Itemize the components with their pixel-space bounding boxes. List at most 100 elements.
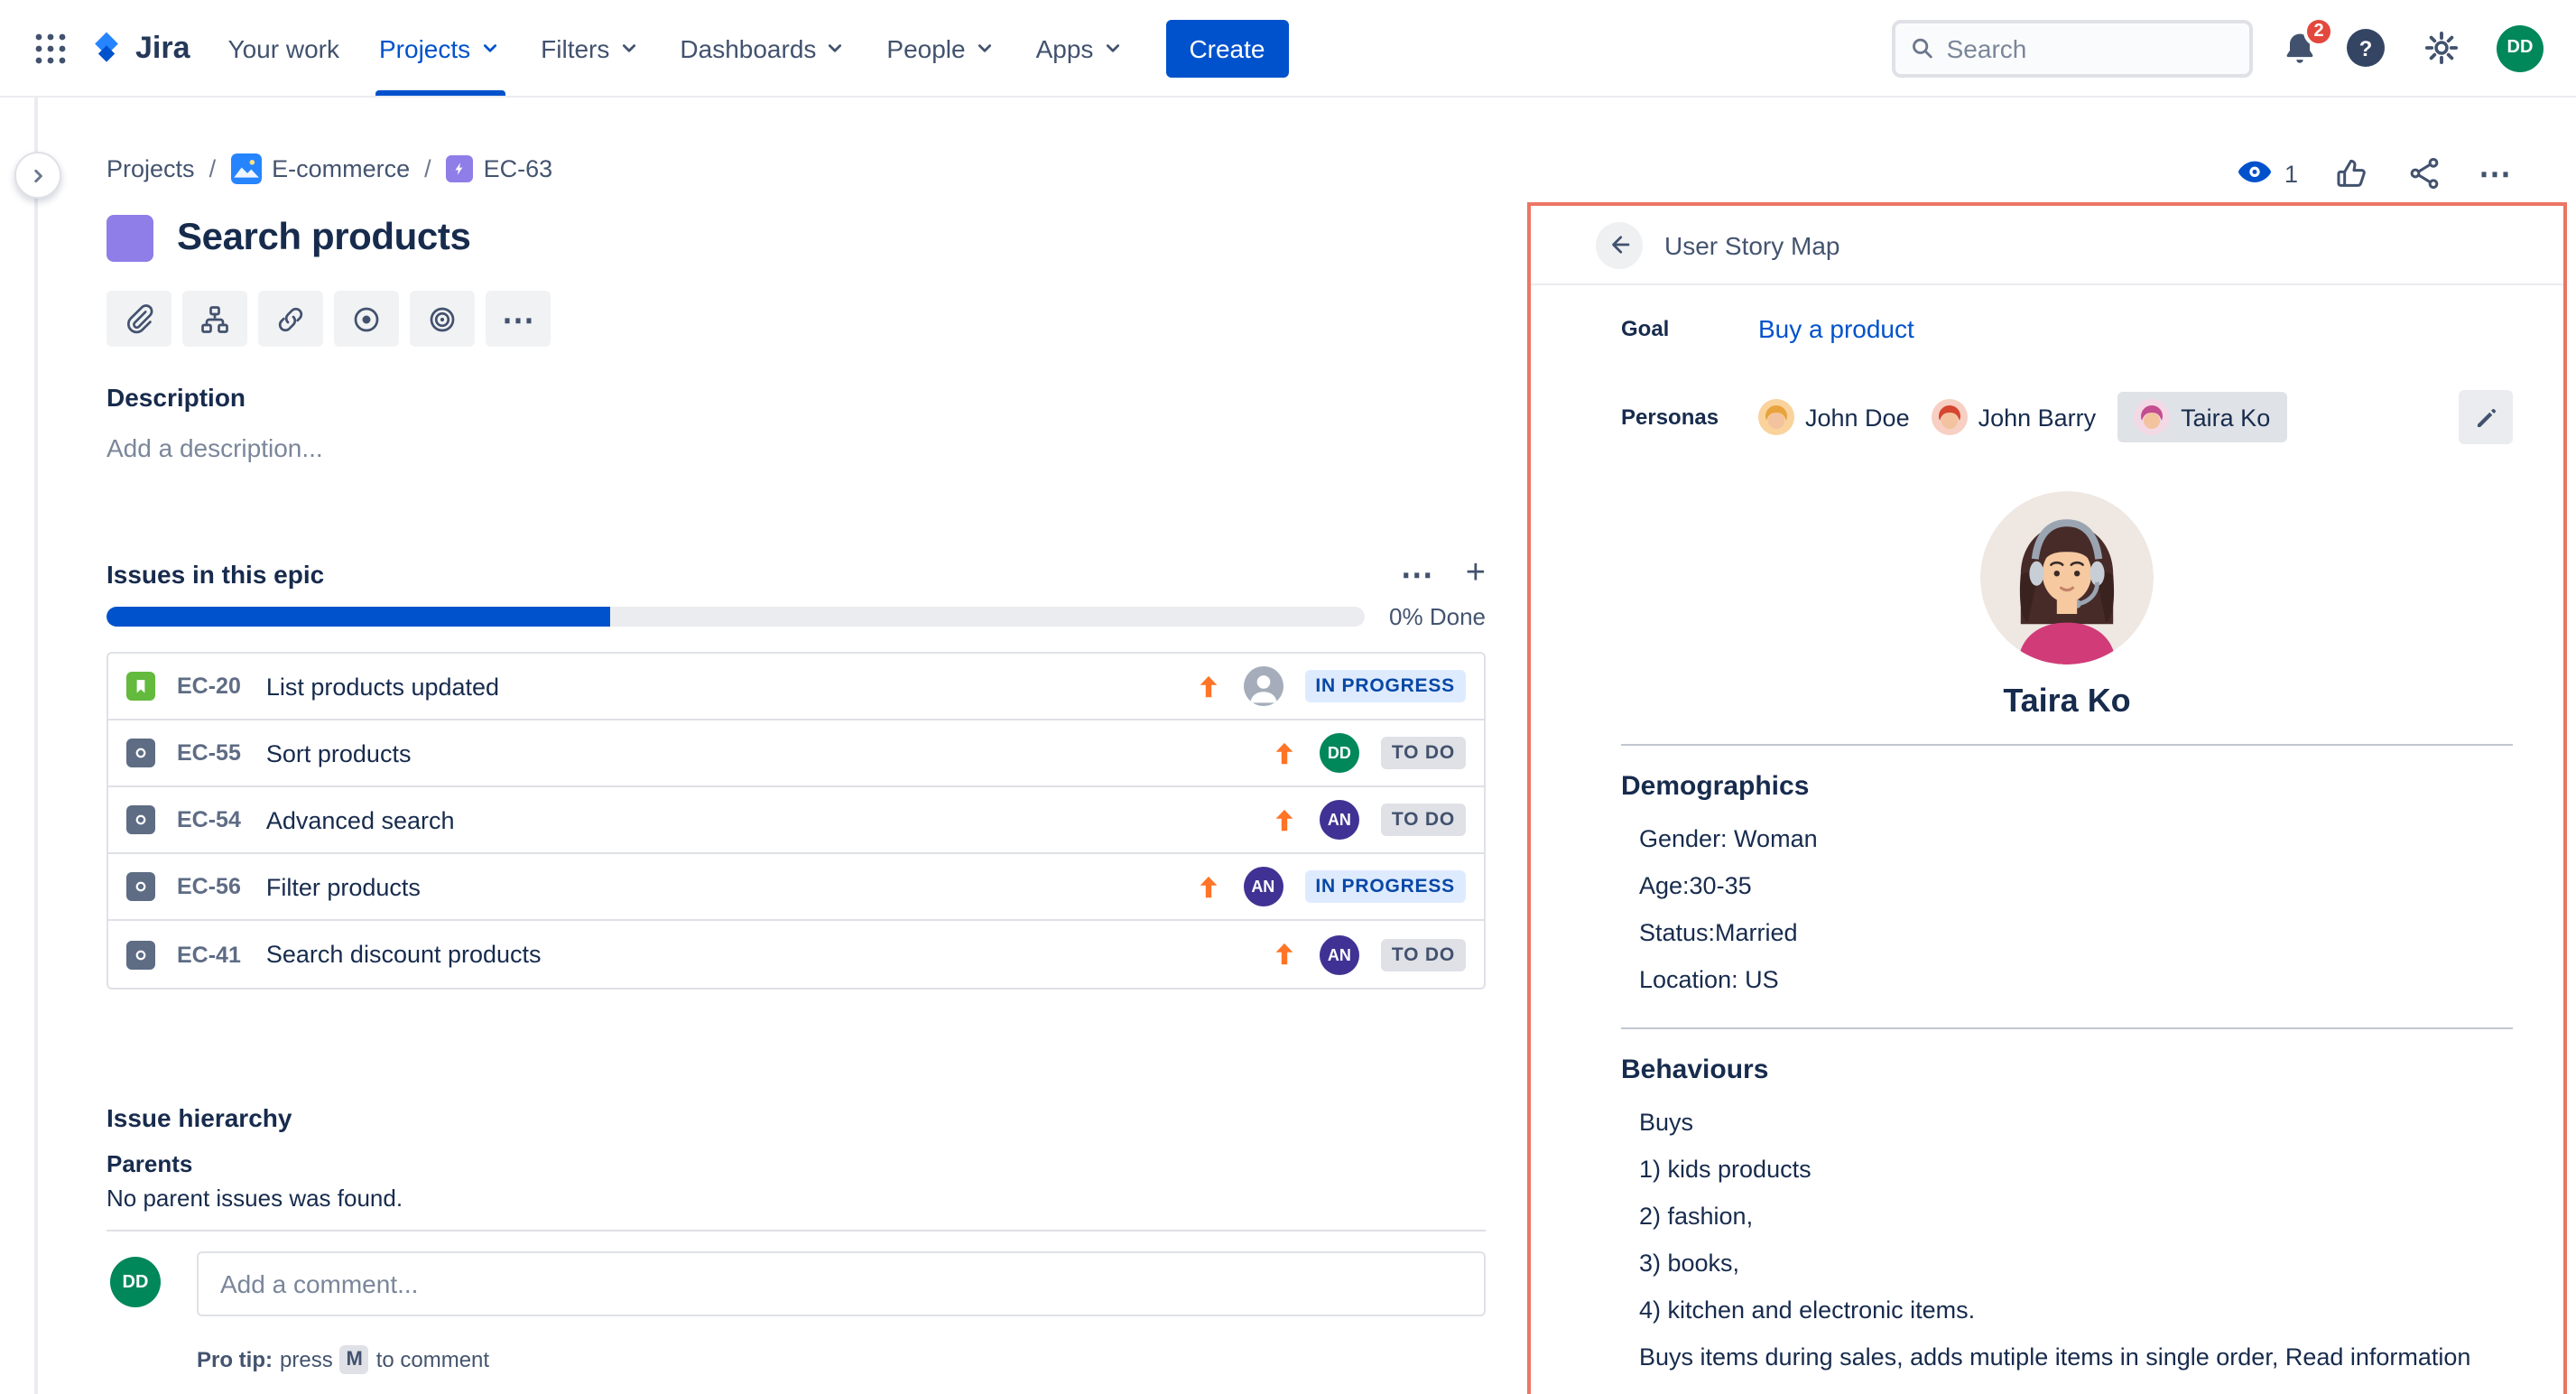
nav-projects[interactable]: Projects [359,0,521,96]
status-badge[interactable]: TO DO [1381,938,1466,971]
settings-button[interactable] [2412,19,2469,77]
target-icon [350,302,383,335]
search-input[interactable] [1947,33,2235,62]
persona-chip-john-barry[interactable]: John Barry [1932,399,2097,435]
priority-high-icon [1271,739,1298,767]
panel-body: Goal Buy a product Personas John Doe Joh… [1531,285,2563,1394]
comment-input[interactable] [197,1251,1486,1316]
link-issue-button[interactable] [258,291,323,347]
like-button[interactable] [2334,155,2370,191]
issue-key-link[interactable]: EC-41 [177,942,241,967]
share-icon [2406,155,2442,191]
nav-filters[interactable]: Filters [521,0,660,96]
epic-type-icon [446,155,473,182]
issue-row[interactable]: EC-20 List products updated IN PROGRESS [108,654,1484,720]
attach-button[interactable] [107,291,171,347]
panel-back-button[interactable] [1596,221,1643,268]
more-quick-actions-button[interactable]: ⋯ [486,291,551,347]
issue-key-link[interactable]: EC-54 [177,807,241,832]
assignee-avatar[interactable] [1243,666,1283,706]
story-points-button[interactable] [410,291,475,347]
chevron-down-icon [616,36,640,60]
global-search[interactable] [1892,19,2253,77]
watch-button[interactable]: 1 [2238,159,2298,188]
nav-your-work[interactable]: Your work [208,0,360,96]
issue-type-icon [126,739,155,767]
persona-portrait [1980,491,2154,664]
persona-chip-taira-ko[interactable]: Taira Ko [2117,392,2286,442]
sidebar-expand-button[interactable] [14,152,61,199]
collapsed-sidebar [0,96,38,1394]
persona-chip-john-doe[interactable]: John Doe [1758,399,1910,435]
epic-issues-more-button[interactable]: ⋯ [1401,557,1433,590]
paperclip-icon [123,302,155,335]
add-flag-button[interactable] [334,291,399,347]
notifications-button[interactable]: 2 [2280,28,2320,68]
share-button[interactable] [2406,155,2442,191]
priority-high-icon [1271,806,1298,833]
nav-apps[interactable]: Apps [1016,0,1144,96]
issue-type-icon [126,940,155,969]
issue-row[interactable]: EC-56 Filter products AN IN PROGRESS [108,854,1484,921]
issue-row[interactable]: EC-54 Advanced search AN TO DO [108,787,1484,854]
priority-high-icon [1194,673,1221,700]
breadcrumb-issue-link[interactable]: EC-63 [484,155,553,182]
primary-nav: Your work Projects Filters Dashboards Pe… [208,0,1144,96]
ellipsis-icon: ⋯ [502,302,534,335]
issue-key-link[interactable]: EC-55 [177,740,241,766]
jira-page: Jira Your work Projects Filters Dashboar… [0,0,2576,1394]
behaviour-line: Buys items during sales, adds mutiple it… [1639,1334,2513,1394]
demographics-heading: Demographics [1621,771,2513,802]
status-badge[interactable]: IN PROGRESS [1304,670,1466,702]
watch-eye-icon [2238,159,2274,188]
assignee-avatar[interactable]: DD [1320,733,1359,773]
unassigned-person-icon [1243,666,1283,706]
jira-logo-icon [87,28,126,68]
app-switcher-button[interactable] [22,19,79,77]
user-story-map-panel: User Story Map Goal Buy a product Person… [1527,202,2567,1394]
divider [1621,744,2513,746]
thumbs-up-icon [2334,155,2370,191]
edit-personas-button[interactable] [2459,390,2513,444]
priority-high-icon [1271,941,1298,968]
issue-row[interactable]: EC-55 Sort products DD TO DO [108,720,1484,787]
create-button[interactable]: Create [1165,19,1288,77]
epic-color-icon [107,215,153,262]
goal-link[interactable]: Buy a product [1758,314,1914,343]
help-button[interactable]: ? [2347,29,2385,67]
divider [107,1230,1486,1231]
behaviours-heading: Behaviours [1621,1055,2513,1085]
demographic-line: Age:30-35 [1639,863,2513,910]
description-placeholder[interactable]: Add a description... [107,433,323,462]
issue-view: Projects / E-commerce / EC-63 [107,96,1486,1394]
assignee-avatar[interactable]: AN [1243,867,1283,906]
issue-key-link[interactable]: EC-20 [177,674,241,699]
issue-summary: Advanced search [266,806,455,833]
link-icon [274,302,307,335]
assignee-avatar[interactable]: AN [1320,800,1359,840]
breadcrumb-projects-link[interactable]: Projects [107,155,195,182]
search-icon [1910,34,1934,61]
nav-people[interactable]: People [866,0,1015,96]
status-badge[interactable]: TO DO [1381,737,1466,769]
nav-dashboards[interactable]: Dashboards [660,0,866,96]
issue-key-link[interactable]: EC-56 [177,874,241,899]
behaviour-line: Buys [1639,1100,2513,1147]
status-badge[interactable]: IN PROGRESS [1304,870,1466,903]
add-child-issue-button[interactable] [182,291,247,347]
jira-logo[interactable]: Jira [87,28,190,68]
assignee-avatar[interactable]: AN [1320,934,1359,974]
user-avatar[interactable]: DD [2497,24,2544,71]
epic-bolt-icon [451,161,468,177]
epic-issues-header: Issues in this epic ⋯ + [107,556,1486,590]
watch-count: 1 [2284,160,2298,187]
status-badge[interactable]: TO DO [1381,804,1466,836]
breadcrumb-project-link[interactable]: E-commerce [272,155,410,182]
progress-bar [107,607,1364,627]
issue-row[interactable]: EC-41 Search discount products AN TO DO [108,921,1484,988]
issue-type-icon [126,672,155,701]
add-issue-button[interactable]: + [1466,556,1486,590]
behaviour-line: 4) kitchen and electronic items. [1639,1287,2513,1334]
woman-headset-illustration [1980,491,2154,664]
more-actions-button[interactable]: ⋯ [2479,157,2511,190]
